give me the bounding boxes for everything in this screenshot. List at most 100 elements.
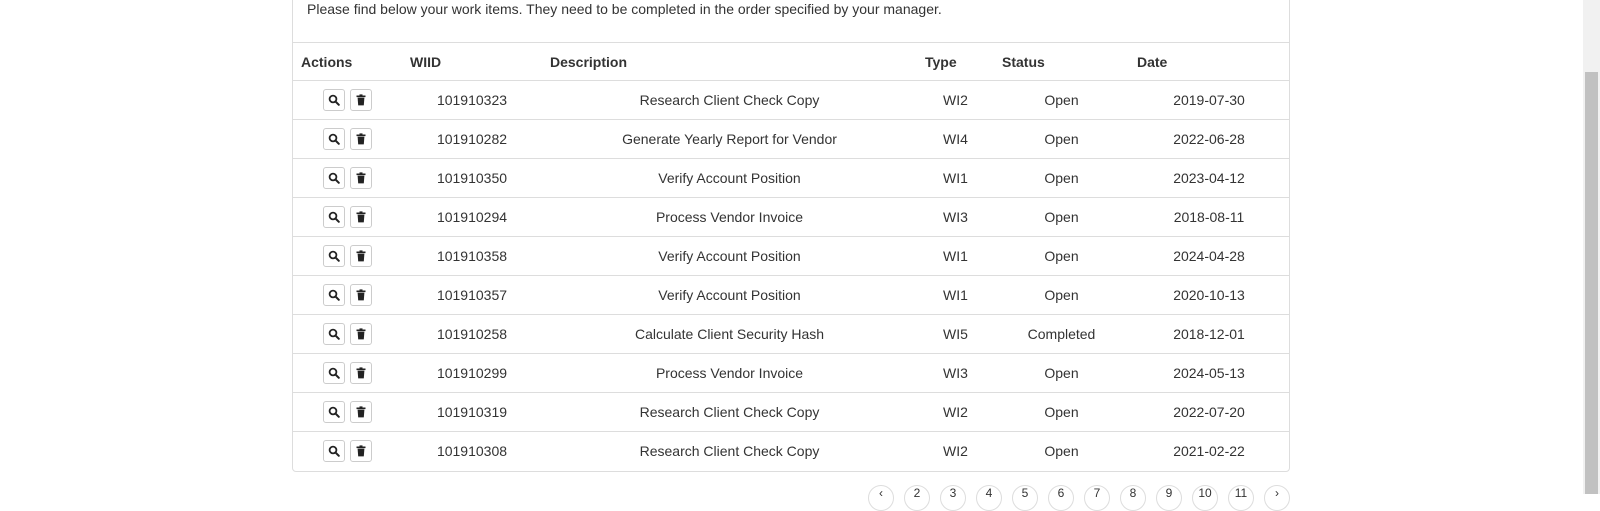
actions-cell — [293, 431, 402, 470]
header-description: Description — [542, 43, 917, 81]
date-cell: 2024-04-28 — [1129, 236, 1289, 276]
view-button[interactable] — [323, 128, 345, 150]
description-cell: Research Client Check Copy — [542, 392, 917, 432]
status-cell: Open — [994, 392, 1129, 432]
delete-button[interactable] — [350, 323, 372, 345]
search-icon — [328, 289, 340, 301]
pagination-page[interactable]: 5 — [1012, 485, 1038, 511]
trash-icon — [355, 406, 367, 418]
table-row: 101910294 Process Vendor Invoice WI3 Open 20… — [293, 197, 1289, 237]
pagination: ‹ 2 3 4 5 6 7 8 9 10 11 › — [868, 485, 1290, 511]
delete-button[interactable] — [350, 362, 372, 384]
status-cell: Open — [994, 158, 1129, 198]
wiid-cell: 101910299 — [402, 353, 542, 393]
pagination-prev[interactable]: ‹ — [868, 485, 894, 511]
view-button[interactable] — [323, 362, 345, 384]
delete-button[interactable] — [350, 284, 372, 306]
pagination-page[interactable]: 4 — [976, 485, 1002, 511]
pagination-page[interactable]: 2 — [904, 485, 930, 511]
search-icon — [328, 133, 340, 145]
search-icon — [328, 94, 340, 106]
pagination-page[interactable]: 7 — [1084, 485, 1110, 511]
description-cell: Process Vendor Invoice — [542, 353, 917, 393]
search-icon — [328, 445, 340, 457]
type-cell: WI2 — [917, 431, 994, 470]
search-icon — [328, 328, 340, 340]
delete-button[interactable] — [350, 206, 372, 228]
date-cell: 2018-12-01 — [1129, 314, 1289, 354]
trash-icon — [355, 211, 367, 223]
actions-cell — [293, 119, 402, 159]
description-cell: Research Client Check Copy — [542, 431, 917, 470]
description-cell: Verify Account Position — [542, 236, 917, 276]
search-icon — [328, 406, 340, 418]
status-cell: Completed — [994, 314, 1129, 354]
view-button[interactable] — [323, 167, 345, 189]
pagination-page[interactable]: 6 — [1048, 485, 1074, 511]
actions-cell — [293, 158, 402, 198]
view-button[interactable] — [323, 245, 345, 267]
wiid-cell: 101910319 — [402, 392, 542, 432]
type-cell: WI3 — [917, 353, 994, 393]
delete-button[interactable] — [350, 128, 372, 150]
wiid-cell: 101910282 — [402, 119, 542, 159]
view-button[interactable] — [323, 323, 345, 345]
intro-text: Please find below your work items. They … — [307, 1, 942, 17]
delete-button[interactable] — [350, 401, 372, 423]
search-icon — [328, 367, 340, 379]
type-cell: WI1 — [917, 236, 994, 276]
pagination-page[interactable]: 11 — [1228, 485, 1254, 511]
actions-cell — [293, 236, 402, 276]
view-button[interactable] — [323, 401, 345, 423]
status-cell: Open — [1044, 92, 1079, 108]
trash-icon — [355, 328, 367, 340]
scrollbar[interactable] — [1583, 0, 1600, 494]
table-row: 101910299 Process Vendor Invoice WI3 Open 20… — [293, 353, 1289, 393]
delete-button[interactable] — [350, 89, 372, 111]
type-cell: WI5 — [917, 314, 994, 354]
date-cell: 2020-10-13 — [1129, 275, 1289, 315]
description-cell: Generate Yearly Report for Vendor — [542, 119, 917, 159]
search-icon — [328, 172, 340, 184]
pagination-next[interactable]: › — [1264, 485, 1290, 511]
trash-icon — [355, 289, 367, 301]
date-cell: 2023-04-12 — [1129, 158, 1289, 198]
type-cell: WI1 — [917, 158, 994, 198]
header-type: Type — [917, 43, 994, 81]
header-date: Date — [1129, 43, 1289, 81]
search-icon — [328, 211, 340, 223]
description-cell: Calculate Client Security Hash — [542, 314, 917, 354]
wiid-cell: 101910294 — [402, 197, 542, 237]
trash-icon — [355, 367, 367, 379]
scrollbar-thumb[interactable] — [1585, 72, 1598, 494]
delete-button[interactable] — [350, 440, 372, 462]
table-row: 101910358 Verify Account Position WI1 Open 2… — [293, 236, 1289, 276]
status-cell: Open — [994, 197, 1129, 237]
table-row: 101910258 Calculate Client Security Hash W… — [293, 314, 1289, 354]
actions-cell — [293, 392, 402, 432]
status-cell: Open — [994, 119, 1129, 159]
actions-cell — [293, 275, 402, 315]
view-button[interactable] — [323, 89, 345, 111]
work-items-panel: Please find below your work items. They … — [292, 0, 1290, 472]
table-row: 101910282 Generate Yearly Report for Vend… — [293, 119, 1289, 159]
pagination-page[interactable]: 3 — [940, 485, 966, 511]
pagination-page[interactable]: 9 — [1156, 485, 1182, 511]
date-cell: 2022-07-20 — [1129, 392, 1289, 432]
date-cell: 2018-08-11 — [1129, 197, 1289, 237]
view-button[interactable] — [323, 284, 345, 306]
wiid-cell: 101910350 — [402, 158, 542, 198]
type-cell: WI2 — [943, 92, 968, 108]
pagination-page[interactable]: 8 — [1120, 485, 1146, 511]
date-cell: 2021-02-22 — [1129, 431, 1289, 470]
actions-cell — [293, 197, 402, 237]
delete-button[interactable] — [350, 245, 372, 267]
type-cell: WI2 — [917, 392, 994, 432]
status-cell: Open — [994, 275, 1129, 315]
pagination-page[interactable]: 10 — [1192, 485, 1218, 511]
table-row: 101910357 Verify Account Position WI1 Open 2… — [293, 275, 1289, 315]
type-cell: WI3 — [917, 197, 994, 237]
delete-button[interactable] — [350, 167, 372, 189]
view-button[interactable] — [323, 440, 345, 462]
view-button[interactable] — [323, 206, 345, 228]
